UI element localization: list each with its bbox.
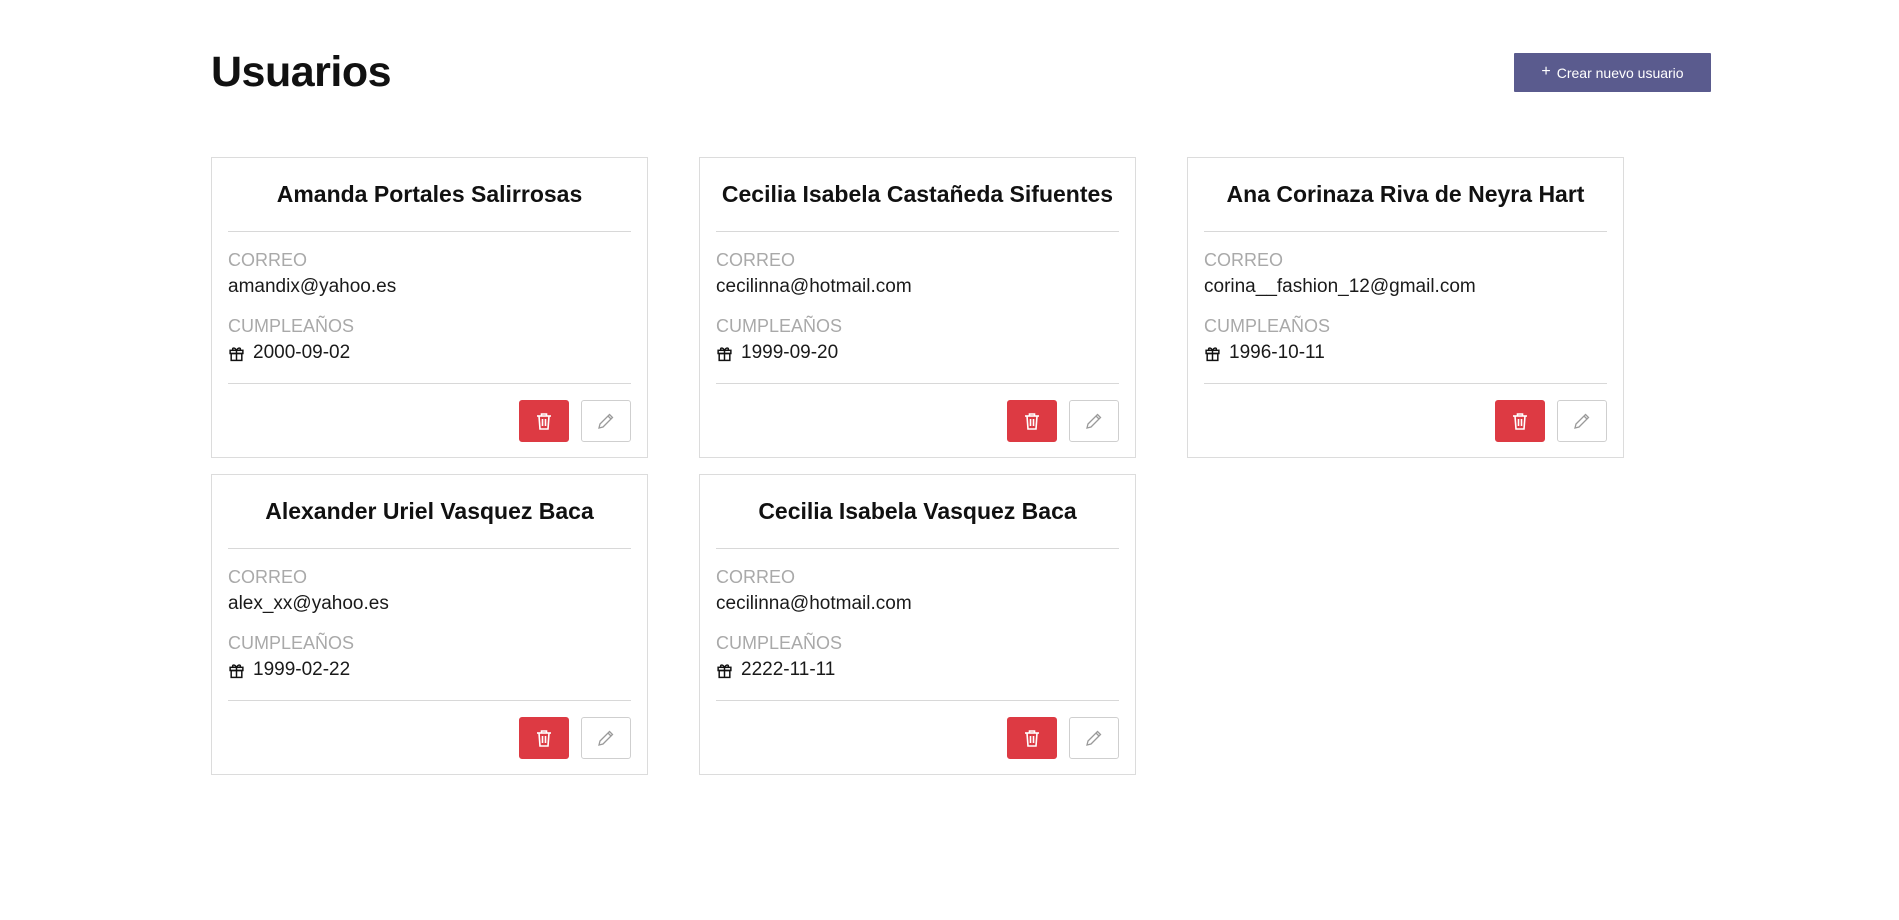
user-name: Amanda Portales Salirrosas [228,158,631,232]
birthday-label: CUMPLEAÑOS [716,316,843,336]
user-birthday: 2222-11-11 [716,658,1119,682]
gift-icon [229,346,244,361]
plus-icon: + [1541,62,1551,80]
user-email: corina__fashion_12@gmail.com [1204,276,1476,297]
birthday-label: CUMPLEAÑOS [716,633,843,653]
edit-button[interactable] [581,717,631,759]
email-label: CORREO [716,567,796,587]
trash-icon [1025,730,1039,747]
card-actions [1204,383,1607,459]
email-label: CORREO [1204,250,1284,270]
trash-icon [1513,413,1527,430]
email-label: CORREO [228,250,308,270]
birthday-label: CUMPLEAÑOS [1204,316,1331,336]
user-card-grid: Amanda Portales Salirrosas CORREO amandi… [211,157,1671,775]
trash-icon [537,730,551,747]
edit-button[interactable] [1557,400,1607,442]
user-birthday: 1999-09-20 [716,341,1119,365]
user-name: Alexander Uriel Vasquez Baca [228,475,631,549]
card-actions [228,383,631,459]
email-label: CORREO [228,567,308,587]
gift-icon [1205,346,1220,361]
gift-icon [717,663,732,678]
card-actions [228,700,631,776]
card-actions [716,383,1119,459]
email-label: CORREO [716,250,796,270]
edit-button[interactable] [581,400,631,442]
user-card: Alexander Uriel Vasquez Baca CORREO alex… [211,474,648,775]
trash-icon [1025,413,1039,430]
user-card: Amanda Portales Salirrosas CORREO amandi… [211,157,648,458]
user-birthday: 1999-02-22 [228,658,631,682]
pencil-icon [1574,413,1590,429]
delete-button[interactable] [1007,717,1057,759]
card-actions [716,700,1119,776]
page-title: Usuarios [211,48,392,96]
delete-button[interactable] [519,717,569,759]
delete-button[interactable] [519,400,569,442]
birthday-label: CUMPLEAÑOS [228,633,355,653]
gift-icon [229,663,244,678]
user-email: cecilinna@hotmail.com [716,276,912,297]
edit-button[interactable] [1069,400,1119,442]
user-card: Cecilia Isabela Castañeda Sifuentes CORR… [699,157,1136,458]
delete-button[interactable] [1007,400,1057,442]
user-email: alex_xx@yahoo.es [228,593,389,614]
user-birthday: 2000-09-02 [228,341,631,365]
user-email: amandix@yahoo.es [228,276,397,297]
user-card: Cecilia Isabela Vasquez Baca CORREO ceci… [699,474,1136,775]
user-name: Cecilia Isabela Castañeda Sifuentes [716,158,1119,232]
pencil-icon [598,730,614,746]
user-email: cecilinna@hotmail.com [716,593,912,614]
trash-icon [537,413,551,430]
create-user-button[interactable]: + Crear nuevo usuario [1514,53,1711,92]
user-name: Ana Corinaza Riva de Neyra Hart [1204,158,1607,232]
pencil-icon [1086,413,1102,429]
pencil-icon [598,413,614,429]
edit-button[interactable] [1069,717,1119,759]
create-user-label: Crear nuevo usuario [1556,64,1684,81]
gift-icon [717,346,732,361]
users-page: Usuarios + Crear nuevo usuario Amanda Po… [0,0,1899,920]
user-birthday: 1996-10-11 [1204,341,1607,365]
user-card: Ana Corinaza Riva de Neyra Hart CORREO c… [1187,157,1624,458]
user-name: Cecilia Isabela Vasquez Baca [716,475,1119,549]
delete-button[interactable] [1495,400,1545,442]
pencil-icon [1086,730,1102,746]
birthday-label: CUMPLEAÑOS [228,316,355,336]
